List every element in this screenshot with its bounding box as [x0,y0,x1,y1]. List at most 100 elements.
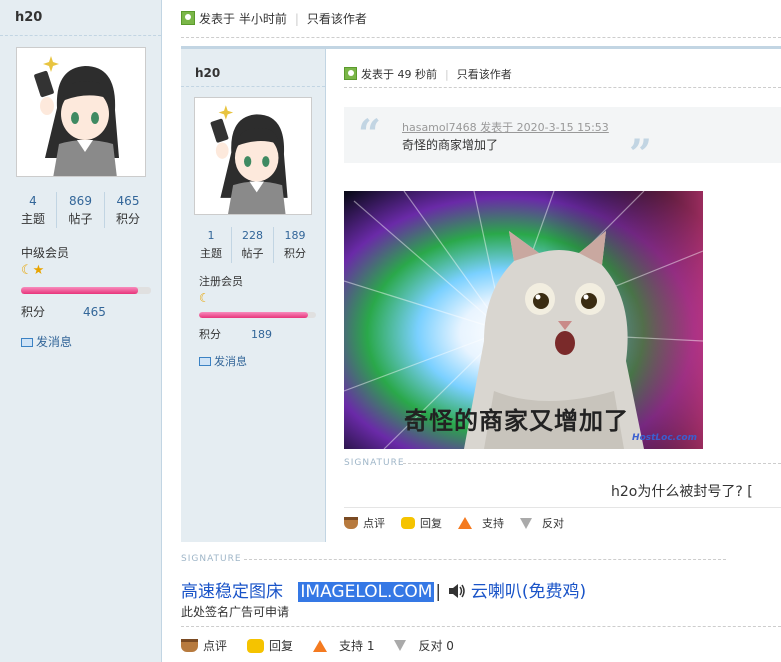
post-actions: 点评 回复 支持 1 反对 0 [181,637,470,654]
author-stats: 4 主题 869 帖子 465 积分 [10,192,151,228]
cloud-speaker-link[interactable]: 云喇叭(免费鸡) [471,582,586,602]
signature-label: SIGNATURE [344,458,405,468]
rank-icons: ☾ [199,291,210,305]
send-message-link[interactable]: 发消息 [21,333,72,350]
embedded-post-actions: 点评 回复 支持 反对 [344,515,580,531]
author-name-link[interactable]: h20 [15,10,42,25]
user-group[interactable]: 注册会员 [199,273,243,289]
only-author-link[interactable]: 只看该作者 [307,12,367,26]
chat-bubble-icon [247,638,265,653]
action-label: 反对 0 [418,639,454,653]
reply-button[interactable]: 回复 [247,637,293,654]
embedded-author-sidebar: h20 1 主题 228 帖子 189 积分 注册会员 ☾ 积分 189 发消息 [181,49,326,542]
action-label: 回复 [420,517,442,530]
moon-icon: ☾ [199,291,210,305]
signature-label: SIGNATURE [181,554,242,564]
tea-cup-icon [344,517,358,529]
stat-value: 869 [69,194,92,208]
credit-progress-bar [199,312,316,318]
avatar-illustration [17,48,145,176]
stat-label: 主题 [200,247,222,260]
author-sidebar: h20 4 主题 869 帖子 465 积分 中级会员 ☾★ 积分 465 发消… [0,0,162,662]
stat-value: 189 [284,229,306,242]
credit-row: 积分 465 [21,303,106,320]
signature-ad-links: 高速稳定图床 IMAGELOL.COM | 云喇叭(免费鸡) [181,577,586,602]
rate-button[interactable]: 点评 [344,515,385,531]
rank-icons: ☾★ [21,263,44,278]
separator: | [445,68,449,81]
avatar[interactable] [16,47,146,177]
actions-divider [344,507,781,508]
send-message-link[interactable]: 发消息 [199,353,247,369]
stat-posts[interactable]: 228 帖子 [232,227,274,263]
stat-threads[interactable]: 4 主题 [10,192,57,228]
envelope-icon [21,338,33,347]
credit-value: 465 [83,305,106,319]
action-label: 回复 [269,639,294,653]
embedded-author-name-link[interactable]: h20 [195,66,220,80]
close-quote-icon: ” [629,131,653,178]
envelope-icon [199,357,211,366]
support-button[interactable]: 支持 1 [313,637,374,654]
down-arrow-icon [520,517,532,529]
stat-value: 1 [207,229,215,242]
oppose-button[interactable]: 反对 0 [394,637,454,654]
down-arrow-icon [394,640,407,651]
avatar-illustration [195,98,311,214]
post-time: 发表于 49 秒前 [361,68,437,81]
stat-credits[interactable]: 189 积分 [274,227,316,263]
oppose-button[interactable]: 反对 [520,515,564,531]
online-user-icon [344,67,357,80]
send-message-label: 发消息 [36,335,73,349]
speaker-icon [448,583,466,599]
meme-image[interactable]: 奇怪的商家又增加了 HostLoc.com [344,191,703,449]
credit-progress-fill [21,287,138,294]
stat-label: 主题 [20,212,45,226]
divider [181,86,325,87]
rate-button[interactable]: 点评 [181,637,227,654]
credit-value: 189 [251,328,272,341]
support-button[interactable]: 支持 [458,515,504,531]
separator: | [294,12,299,26]
stat-posts[interactable]: 869 帖子 [57,192,105,228]
imagelol-link[interactable]: IMAGELOL.COM [298,582,435,602]
embedded-avatar[interactable] [194,97,312,215]
only-author-link[interactable]: 只看该作者 [457,68,512,81]
chat-bubble-icon [401,517,415,529]
quote-block: “ hasamol7468 发表于 2020-3-15 15:53 奇怪的商家增… [344,107,781,178]
up-arrow-icon [313,639,328,652]
signature-divider [403,463,781,464]
stat-value: 465 [116,194,140,208]
action-label: 点评 [203,639,228,653]
embedded-post: h20 1 主题 228 帖子 189 积分 注册会员 ☾ 积分 189 发消息… [181,46,781,542]
meme-caption: 奇怪的商家又增加了 [404,407,629,435]
quote-source-link[interactable]: hasamol7468 发表于 2020-3-15 15:53 [402,119,609,135]
stat-value: 4 [29,194,37,208]
stat-value: 228 [242,229,263,242]
header-divider [344,87,781,88]
send-message-label: 发消息 [214,355,247,368]
quote-text: 奇怪的商家增加了 [402,138,499,152]
signature-text: h2o为什么被封号了? [ [611,484,753,500]
image-host-link[interactable]: 高速稳定图床 [181,582,283,602]
stat-threads[interactable]: 1 主题 [191,227,232,263]
user-group[interactable]: 中级会员 [21,244,69,261]
credit-progress-fill [199,312,308,318]
meme-watermark: HostLoc.com [632,433,697,443]
credit-row: 积分 189 [199,326,272,342]
action-label: 支持 1 [339,639,375,653]
credit-progress-bar [21,287,151,294]
divider [0,35,161,36]
stat-credits[interactable]: 465 积分 [105,192,151,228]
signature-ad-note[interactable]: 此处签名广告可申请 [181,603,289,620]
header-divider [181,37,781,38]
stat-label: 积分 [115,212,140,226]
reply-button[interactable]: 回复 [401,515,442,531]
post-header: 发表于 半小时前 | 只看该作者 [181,10,367,27]
up-arrow-icon [458,517,472,529]
signature-divider [244,559,726,560]
action-label: 点评 [363,517,385,530]
credit-label: 积分 [199,328,221,341]
embedded-author-stats: 1 主题 228 帖子 189 积分 [191,227,316,263]
actions-divider [181,626,781,627]
